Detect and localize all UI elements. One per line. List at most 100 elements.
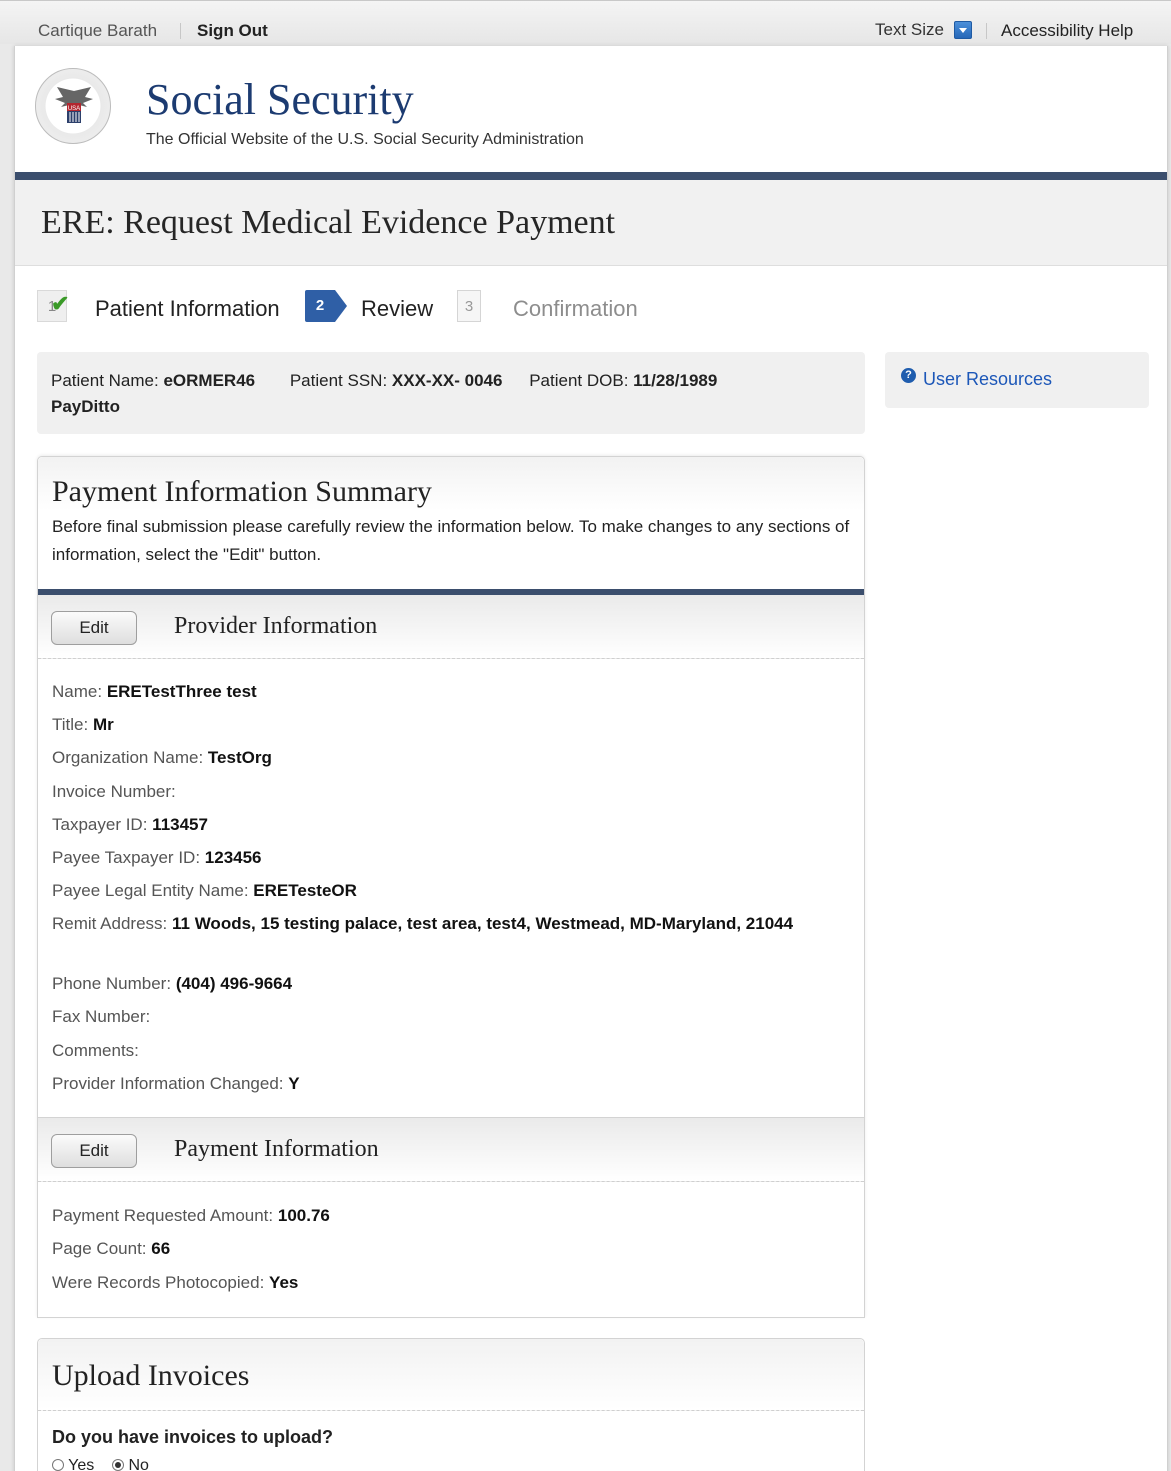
page-title-bar: ERE: Request Medical Evidence Payment <box>15 180 1167 266</box>
checkmark-icon: ✔ <box>51 291 70 316</box>
field-value: 113457 <box>152 815 208 834</box>
field-row: Fax Number: <box>52 1004 852 1030</box>
field-row: Remit Address: 11 Woods, 15 testing pala… <box>52 911 852 937</box>
field-label: Remit Address: <box>52 914 168 933</box>
patient-dob-value: 11/28/1989 <box>633 371 718 390</box>
site-subtitle: The Official Website of the U.S. Social … <box>146 131 584 148</box>
field-row: Name: ERETestThree test <box>52 679 852 705</box>
patient-name-value-cont: PayDitto <box>51 397 120 416</box>
radio-yes[interactable] <box>52 1459 64 1471</box>
upload-question: Do you have invoices to upload? <box>52 1427 334 1447</box>
radio-no-label[interactable]: No <box>129 1457 149 1471</box>
field-value: 100.76 <box>277 1206 330 1225</box>
patient-dob-label: Patient DOB: <box>529 371 629 390</box>
field-label: Organization Name: <box>52 748 204 767</box>
text-size-dropdown-icon[interactable] <box>954 21 972 39</box>
field-label: Fax Number: <box>52 1007 151 1026</box>
upload-title: Upload Invoices <box>52 1359 250 1392</box>
user-name: Cartique Barath <box>38 21 158 40</box>
field-label: Invoice Number: <box>52 782 176 801</box>
step-2-label: Review <box>361 296 434 321</box>
upload-invoices-card: Upload Invoices Do you have invoices to … <box>37 1338 865 1471</box>
header-rule <box>15 172 1167 180</box>
summary-instructions: Before final submission please carefully… <box>52 517 850 564</box>
payment-section-title: Payment Information <box>174 1136 379 1162</box>
provider-section-header: Edit Provider Information <box>38 595 864 659</box>
field-row: Comments: <box>52 1038 852 1064</box>
ssa-seal-logo[interactable]: USA <box>35 68 111 144</box>
field-value: 11 Woods, 15 testing palace, test area, … <box>172 914 794 933</box>
field-value: (404) 496-9664 <box>175 974 293 993</box>
field-label: Provider Information Changed: <box>52 1074 284 1093</box>
divider <box>180 23 181 39</box>
step-number: 3 <box>464 298 474 315</box>
progress-steps: 1 ✔ Patient Information 2 Review 3 Confir… <box>37 288 737 328</box>
radio-yes-label[interactable]: Yes <box>68 1457 94 1471</box>
field-label: Phone Number: <box>52 974 172 993</box>
field-value: Mr <box>92 715 114 734</box>
field-row: Organization Name: TestOrg <box>52 745 852 771</box>
field-row: Phone Number: (404) 496-9664 <box>52 971 852 997</box>
patient-name-value: eORMER46 <box>163 371 256 390</box>
step-3-label: Confirmation <box>513 296 638 321</box>
field-row: Title: Mr <box>52 712 852 738</box>
field-label: Were Records Photocopied: <box>52 1273 265 1292</box>
field-value: 123456 <box>204 848 262 867</box>
step-1-label: Patient Information <box>95 296 280 321</box>
patient-ssn-value: XXX-XX- 0046 <box>391 371 503 390</box>
divider <box>986 23 987 39</box>
patient-ssn-label: Patient SSN: <box>289 371 388 390</box>
field-row: Provider Information Changed: Y <box>52 1071 852 1097</box>
field-label: Page Count: <box>52 1239 147 1258</box>
field-value: 66 <box>151 1239 171 1258</box>
accessibility-help-link[interactable]: Accessibility Help <box>1001 21 1133 41</box>
field-row: Payment Requested Amount: 100.76 <box>52 1203 852 1229</box>
field-row: Page Count: 66 <box>52 1236 852 1262</box>
utility-bar: Cartique Barath Sign Out Text Size Acces… <box>0 0 1171 44</box>
text-size-label: Text Size <box>875 20 944 39</box>
field-value: Y <box>288 1074 300 1093</box>
field-row: Invoice Number: <box>52 779 852 805</box>
field-label: Comments: <box>52 1041 139 1060</box>
edit-payment-button[interactable]: Edit <box>51 1134 137 1168</box>
payment-section-header: Edit Payment Information <box>38 1118 864 1182</box>
site-title[interactable]: Social Security <box>146 74 414 125</box>
field-label: Payee Legal Entity Name: <box>52 881 249 900</box>
field-row: Taxpayer ID: 113457 <box>52 812 852 838</box>
field-label: Payee Taxpayer ID: <box>52 848 201 867</box>
site-header: USA Social Security The Official Website… <box>15 46 1167 172</box>
patient-name-label: Patient Name: <box>51 371 159 390</box>
field-value: TestOrg <box>207 748 272 767</box>
page-card: USA Social Security The Official Website… <box>14 46 1168 1471</box>
patient-line-2: PayDitto <box>51 394 865 420</box>
field-value: ERETestThree test <box>106 682 257 701</box>
summary-title: Payment Information Summary <box>52 475 432 508</box>
user-resources-panel: ? User Resources <box>885 352 1149 408</box>
upload-options: Yes No <box>52 1457 149 1471</box>
field-value: ERETesteOR <box>253 881 357 900</box>
radio-no[interactable] <box>112 1459 125 1471</box>
page-title: ERE: Request Medical Evidence Payment <box>41 204 616 241</box>
step-number: 2 <box>315 297 325 314</box>
field-value: Yes <box>269 1273 299 1292</box>
payment-summary-card: Payment Information Summary Before final… <box>37 456 865 1318</box>
field-row: Payee Taxpayer ID: 123456 <box>52 845 852 871</box>
sign-out-link[interactable]: Sign Out <box>197 21 268 41</box>
field-row: Were Records Photocopied: Yes <box>52 1270 852 1296</box>
step-3-upcoming-icon: 3 <box>457 290 481 322</box>
summary-header: Payment Information Summary Before final… <box>38 457 864 591</box>
step-2-current-icon: 2 <box>305 290 347 322</box>
field-row: Payee Legal Entity Name: ERETesteOR <box>52 878 852 904</box>
field-label: Payment Requested Amount: <box>52 1206 274 1225</box>
patient-summary: Patient Name: eORMER46 Patient SSN: XXX-… <box>37 352 865 434</box>
field-label: Title: <box>52 715 89 734</box>
user-resources-link[interactable]: User Resources <box>923 369 1052 390</box>
upload-header: Upload Invoices <box>38 1339 864 1411</box>
eagle-icon: USA <box>55 87 93 123</box>
help-icon: ? <box>901 368 916 383</box>
provider-section-title: Provider Information <box>174 613 378 639</box>
edit-provider-button[interactable]: Edit <box>51 611 137 645</box>
field-label: Taxpayer ID: <box>52 815 148 834</box>
step-1-complete-icon: 1 ✔ <box>37 290 70 322</box>
field-label: Name: <box>52 682 103 701</box>
